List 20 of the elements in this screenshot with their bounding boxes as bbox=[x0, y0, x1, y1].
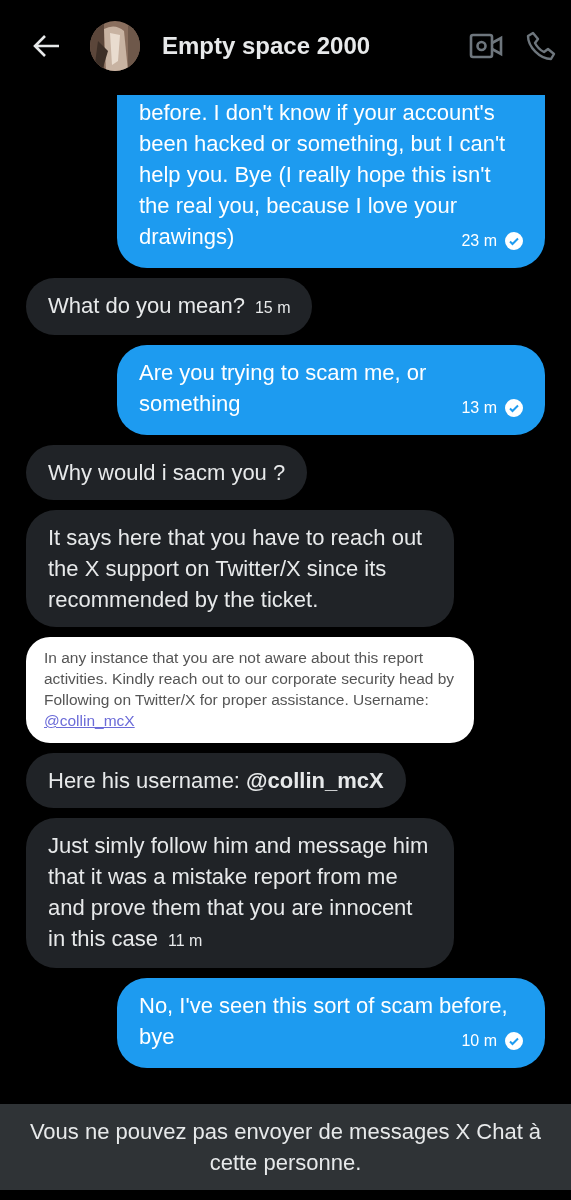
notice-bar: Vous ne pouvez pas envoyer de messages X Chat à cette personne. bbox=[0, 1104, 571, 1190]
received-message: Here his username: @collin_mcX bbox=[26, 753, 406, 808]
timestamp: 15 m bbox=[254, 299, 291, 316]
video-call-icon[interactable] bbox=[469, 31, 503, 60]
contact-name[interactable]: Empty space 2000 bbox=[162, 31, 447, 60]
sent-message: Are you trying to scam me, or something 13 m bbox=[117, 345, 545, 435]
phone-icon[interactable] bbox=[525, 29, 557, 62]
timestamp: 13 m bbox=[461, 398, 497, 418]
received-message: What do you mean? 15 m bbox=[26, 278, 313, 335]
timestamp: 23 m bbox=[461, 231, 497, 251]
screenshot-message: In any instance that you are not aware about this report activities. Kindly reach out to our corporate security head by Following on Twitter/X for proper assistance. Username: @collin_mcX bbox=[26, 637, 474, 743]
sent-message: No, I've seen this sort of scam before, bye 10 m bbox=[117, 978, 545, 1068]
timestamp: 10 m bbox=[461, 1031, 497, 1051]
received-message: It says here that you have to reach out the X support on Twitter/X since its recommended by the ticket. bbox=[26, 510, 454, 627]
received-message: Just simly follow him and message him that it was a mistake report from me and prove them that you are innocent in this case 11 m bbox=[26, 818, 454, 968]
sent-message: before. I don't know if your account's been hacked or something, but I can't help you. Bye (I really hope this isn't the real you, because I love your drawings) 23 m bbox=[117, 95, 545, 268]
received-message: Why would i sacm you ? bbox=[26, 445, 308, 500]
username-link[interactable]: @collin_mcX bbox=[44, 712, 135, 729]
timestamp: 11 m bbox=[168, 932, 203, 949]
back-icon[interactable] bbox=[32, 33, 60, 58]
